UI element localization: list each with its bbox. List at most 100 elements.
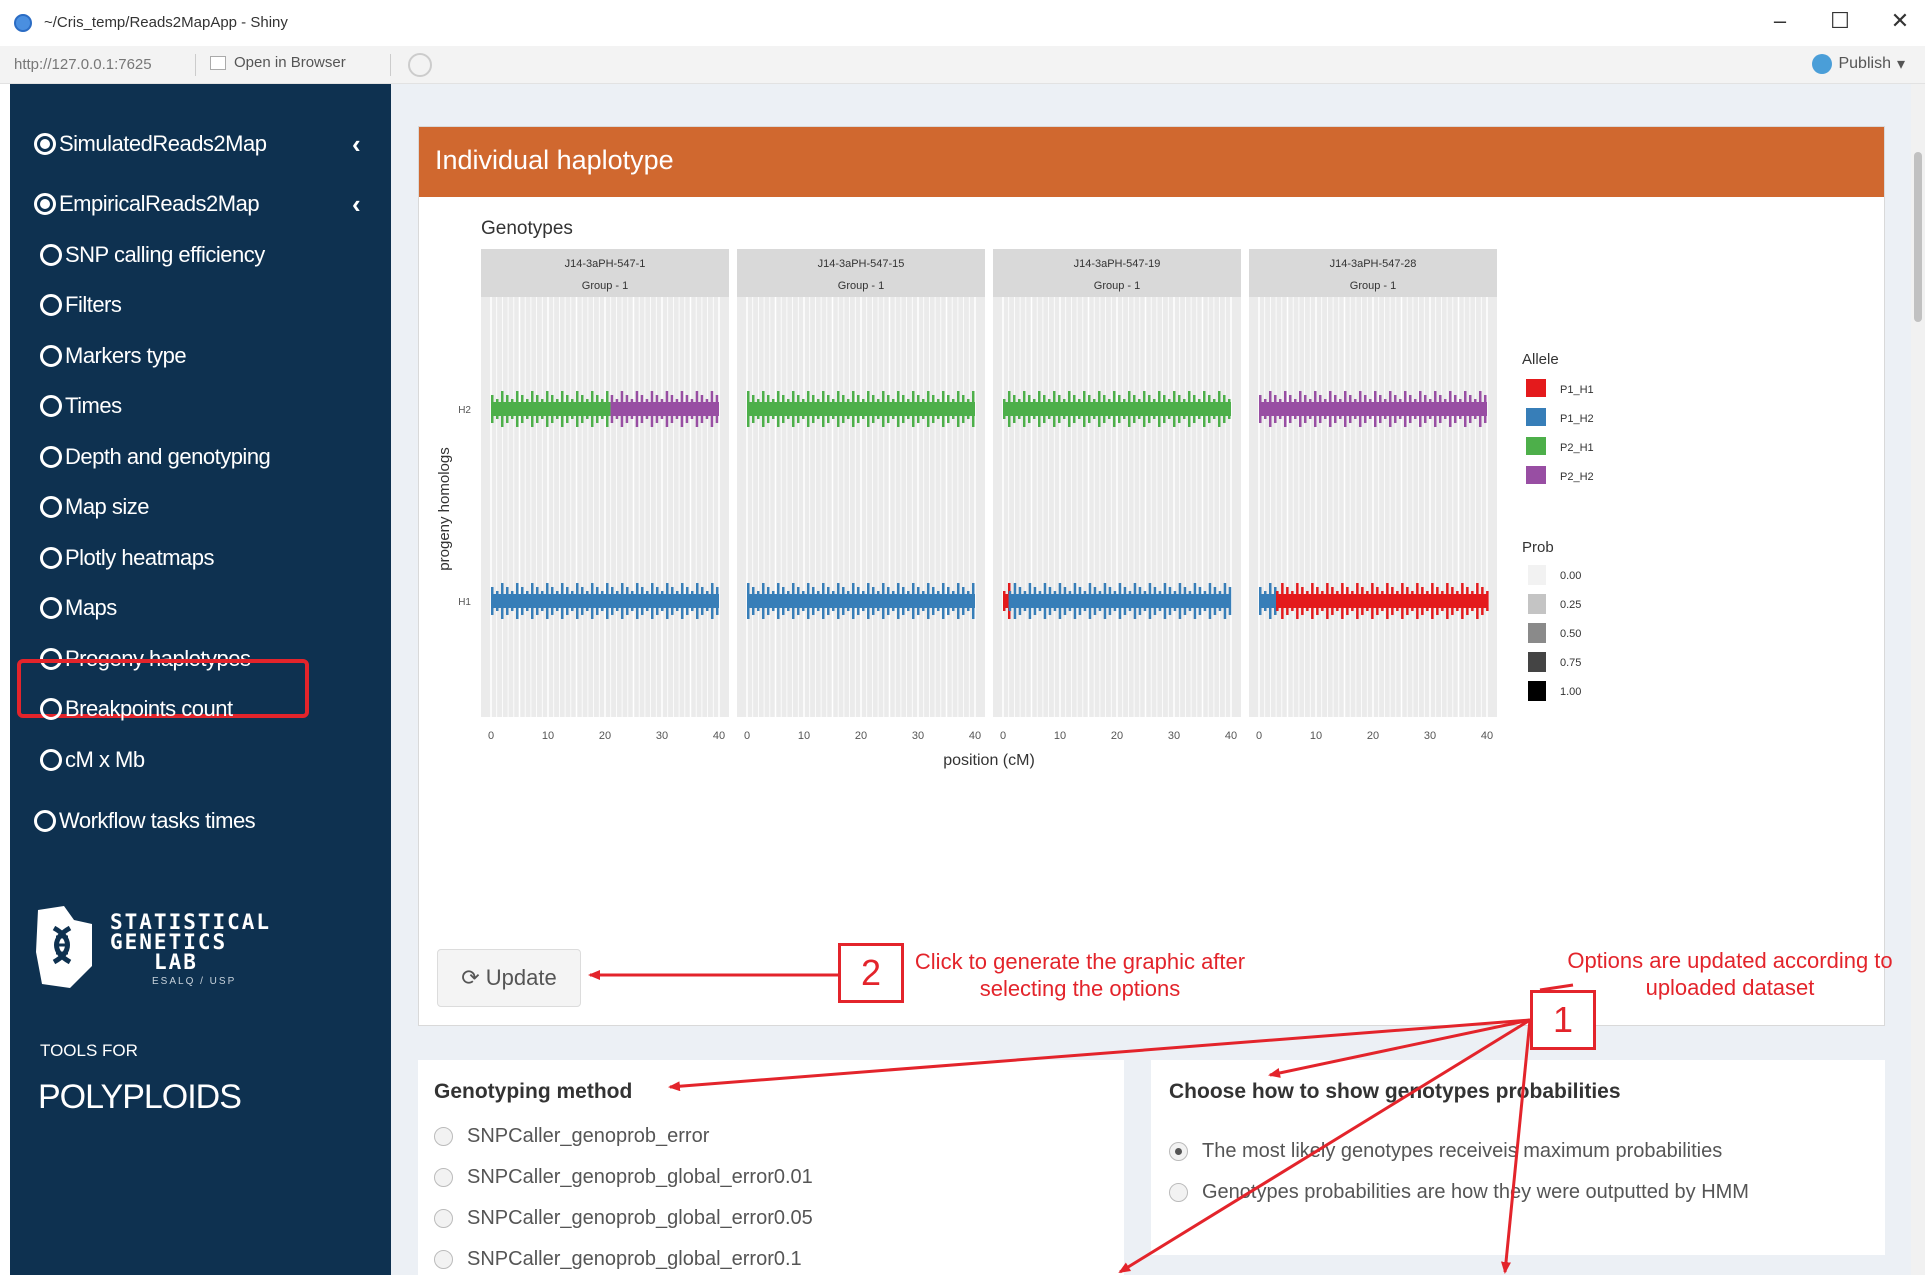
- marker-tick: [912, 391, 915, 427]
- genotyping-option[interactable]: SNPCaller_genoprob_global_error0.01: [434, 1166, 813, 1189]
- radio-button[interactable]: [1169, 1142, 1188, 1161]
- probabilities-option[interactable]: The most likely genotypes receiveis maxi…: [1169, 1140, 1722, 1163]
- marker-tick: [710, 391, 714, 427]
- marker-tick: [1436, 587, 1439, 615]
- marker-tick: [696, 583, 699, 619]
- marker-tick: [892, 399, 895, 419]
- marker-tick: [1424, 395, 1427, 423]
- sidebar-item-workflow-tasks-times[interactable]: Workflow tasks times: [34, 808, 256, 834]
- marker-tick: [656, 587, 659, 615]
- marker-tick: [902, 587, 905, 615]
- sidebar-item-times[interactable]: Times: [40, 393, 122, 419]
- x-tick-label: 10: [542, 730, 554, 742]
- marker-tick: [1038, 591, 1042, 611]
- sidebar-item-depth-and-genotyping[interactable]: Depth and genotyping: [40, 444, 271, 470]
- radio-button[interactable]: [434, 1168, 453, 1187]
- scrollbar-thumb[interactable]: [1914, 152, 1922, 322]
- radio-button[interactable]: [1169, 1183, 1188, 1202]
- marker-tick: [1098, 591, 1102, 611]
- scrollbar[interactable]: [1911, 84, 1925, 1275]
- marker-tick: [1098, 391, 1101, 427]
- marker-tick: [1208, 583, 1212, 619]
- logo-subtext: ESALQ / USP: [152, 976, 237, 987]
- maximize-button[interactable]: ☐: [1820, 8, 1860, 34]
- marker-tick: [1228, 587, 1232, 615]
- marker-tick: [867, 391, 870, 427]
- marker-tick: [1153, 399, 1156, 419]
- sidebar-item-markers-type[interactable]: Markers type: [40, 343, 187, 369]
- marker-tick: [1128, 391, 1131, 427]
- sidebar-item-label: SimulatedReads2Map: [59, 131, 267, 156]
- close-button[interactable]: ✕: [1880, 8, 1920, 34]
- x-tick-label: 0: [1256, 730, 1262, 742]
- marker-tick: [1331, 587, 1334, 615]
- marker-tick: [620, 391, 624, 427]
- marker-tick: [1349, 395, 1352, 423]
- radio-button[interactable]: [434, 1127, 453, 1146]
- marker-tick: [932, 395, 935, 423]
- radio-button[interactable]: [434, 1209, 453, 1228]
- marker-tick: [882, 583, 885, 619]
- marker-tick: [586, 399, 589, 419]
- marker-tick: [1198, 399, 1201, 419]
- marker-tick: [1113, 391, 1116, 427]
- sidebar-item-map-size[interactable]: Map size: [40, 494, 150, 520]
- marker-tick: [1486, 591, 1489, 611]
- sidebar-item-label: Plotly heatmaps: [65, 545, 215, 570]
- marker-tick: [1198, 587, 1202, 615]
- marker-tick: [561, 583, 564, 619]
- y-axis-label: progeny homologs: [436, 447, 453, 570]
- publish-button[interactable]: Publish ▾: [1812, 54, 1905, 74]
- genotyping-option[interactable]: SNPCaller_genoprob_error: [434, 1125, 709, 1148]
- marker-tick: [1148, 583, 1152, 619]
- marker-tick: [546, 583, 549, 619]
- marker-tick: [496, 399, 499, 419]
- refresh-icon[interactable]: [408, 53, 432, 77]
- sidebar-item-empiricalreads2map[interactable]: EmpiricalReads2Map ‹: [34, 189, 361, 219]
- open-in-browser-button[interactable]: Open in Browser: [210, 54, 346, 71]
- minimize-button[interactable]: –: [1760, 8, 1800, 34]
- genotyping-option[interactable]: SNPCaller_genoprob_global_error0.05: [434, 1207, 813, 1230]
- marker-tick: [1449, 391, 1452, 427]
- sidebar-item-cm-x-mb[interactable]: cM x Mb: [40, 747, 145, 773]
- radio-button[interactable]: [434, 1250, 453, 1269]
- marker-tick: [1281, 583, 1284, 619]
- marker-tick: [797, 395, 800, 423]
- tools-for-polyploids-logo: TOOLS FOR POLYPLOIDS: [34, 1042, 274, 1132]
- marker-tick: [690, 399, 694, 419]
- marker-tick: [962, 395, 965, 423]
- marker-tick: [1336, 591, 1339, 611]
- update-button[interactable]: ⟳ Update: [437, 949, 581, 1007]
- marker-tick: [792, 583, 795, 619]
- marker-tick: [1269, 583, 1272, 619]
- marker-tick: [551, 395, 554, 423]
- sidebar-item-maps[interactable]: Maps: [40, 595, 117, 621]
- logo-text: STATISTICAL GENETICS LAB: [110, 912, 271, 973]
- sidebar-item-simulatedreads2map[interactable]: SimulatedReads2Map ‹: [34, 129, 361, 159]
- marker-tick: [1274, 395, 1277, 423]
- marker-tick: [611, 587, 614, 615]
- refresh-icon: ⟳: [461, 965, 480, 990]
- sidebar-item-breakpoints-count[interactable]: Breakpoints count: [40, 696, 233, 722]
- marker-tick: [907, 399, 910, 419]
- sidebar-item-filters[interactable]: Filters: [40, 292, 122, 318]
- marker-tick: [1133, 583, 1137, 619]
- genotyping-option[interactable]: SNPCaller_genoprob_global_error0.1: [434, 1248, 802, 1271]
- marker-tick: [610, 395, 614, 423]
- probabilities-option[interactable]: Genotypes probabilities are how they wer…: [1169, 1181, 1749, 1204]
- marker-tick: [827, 395, 830, 423]
- marker-tick: [857, 587, 860, 615]
- sidebar-item-plotly-heatmaps[interactable]: Plotly heatmaps: [40, 545, 215, 571]
- marker-tick: [1284, 391, 1287, 427]
- marker-tick: [762, 583, 765, 619]
- marker-tick: [1113, 591, 1117, 611]
- open-in-browser-label: Open in Browser: [234, 54, 346, 71]
- y-tick-label: H1: [458, 597, 471, 608]
- marker-tick: [1048, 399, 1051, 419]
- sidebar-item-snp-calling-efficiency[interactable]: SNP calling efficiency: [40, 242, 265, 268]
- marker-tick: [1023, 591, 1027, 611]
- marker-tick: [635, 391, 639, 427]
- sidebar-item-label: Depth and genotyping: [65, 444, 271, 469]
- marker-tick: [1411, 591, 1414, 611]
- marker-tick: [877, 399, 880, 419]
